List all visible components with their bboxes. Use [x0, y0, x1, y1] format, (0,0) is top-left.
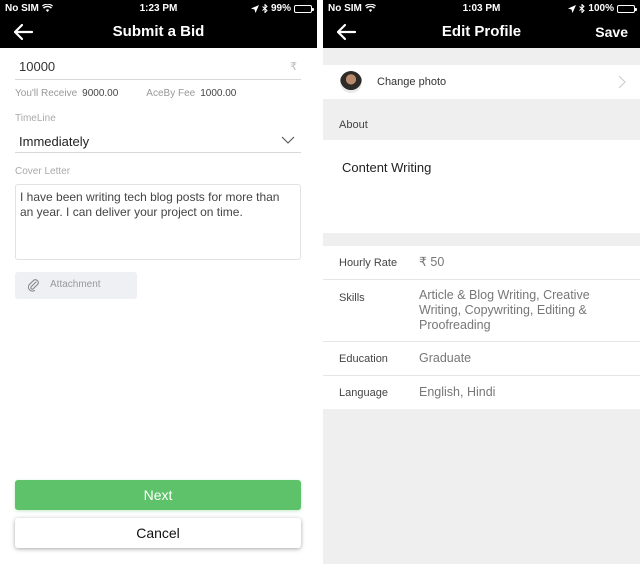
status-right: 99%	[250, 3, 314, 14]
profile-details: Hourly Rate ₹ 50 Skills Article & Blog W…	[323, 246, 640, 409]
education-row[interactable]: Education Graduate	[323, 342, 640, 376]
battery-percent: 100%	[588, 3, 614, 14]
fee-label: AceBy Fee	[146, 88, 196, 99]
change-photo-row[interactable]: Change photo	[323, 65, 640, 99]
page-title: Submit a Bid	[112, 23, 205, 40]
save-button[interactable]: Save	[595, 24, 628, 40]
about-input[interactable]: Content Writing	[323, 140, 640, 233]
cover-letter-label: Cover Letter	[15, 166, 71, 177]
location-icon	[568, 4, 577, 13]
attachment-label: Attachment	[50, 279, 101, 290]
bid-amount-value[interactable]: 10000	[19, 59, 55, 74]
bluetooth-icon	[262, 4, 268, 13]
attachment-button[interactable]: Attachment	[15, 272, 137, 299]
cover-letter-textarea[interactable]: I have been writing tech blog posts for …	[15, 184, 301, 260]
battery-percent: 99%	[270, 3, 291, 14]
edit-profile-screen: No SIM 1:03 PM 100% Edit Profile Save Ch…	[323, 0, 640, 564]
receive-label: You'll Receive	[15, 88, 78, 99]
detail-value[interactable]: ₹ 50	[419, 246, 640, 279]
cancel-button[interactable]: Cancel	[15, 518, 301, 548]
avatar	[340, 71, 362, 93]
status-bar: No SIM 1:23 PM 99%	[0, 0, 317, 16]
chevron-right-icon	[618, 75, 626, 89]
rupee-icon: ₹	[290, 61, 297, 73]
change-photo-label: Change photo	[377, 76, 447, 88]
fee-summary: You'll Receive 9000.00 AceBy Fee 1000.00	[15, 88, 236, 99]
detail-value[interactable]: Article & Blog Writing, Creative Writing…	[419, 280, 640, 341]
status-bar: No SIM 1:03 PM 100%	[323, 0, 640, 16]
detail-key: Skills	[339, 292, 365, 304]
paperclip-icon	[27, 279, 39, 292]
fee-value: 1000.00	[200, 88, 237, 99]
timeline-value: Immediately	[19, 134, 90, 149]
nav-bar: Edit Profile Save	[323, 16, 640, 48]
nav-bar: Submit a Bid	[0, 16, 317, 48]
detail-value[interactable]: English, Hindi	[419, 376, 640, 409]
chevron-down-icon	[281, 136, 295, 144]
receive-value: 9000.00	[82, 88, 119, 99]
skills-row[interactable]: Skills Article & Blog Writing, Creative …	[323, 280, 640, 342]
hourly-rate-row[interactable]: Hourly Rate ₹ 50	[323, 246, 640, 280]
timeline-select[interactable]: Immediately	[15, 131, 301, 153]
battery-icon	[294, 4, 314, 13]
about-value: Content Writing	[342, 160, 432, 175]
language-row[interactable]: Language English, Hindi	[323, 376, 640, 409]
detail-key: Language	[339, 387, 388, 399]
status-right: 100%	[568, 3, 637, 14]
detail-key: Hourly Rate	[339, 257, 398, 269]
detail-value[interactable]: Graduate	[419, 342, 640, 375]
page-title: Edit Profile	[441, 23, 522, 40]
next-button[interactable]: Next	[15, 480, 301, 510]
about-heading: About	[339, 119, 368, 131]
bluetooth-icon	[579, 4, 586, 13]
battery-icon	[617, 4, 637, 13]
location-icon	[250, 4, 259, 13]
detail-key: Education	[339, 353, 388, 365]
bid-amount-input[interactable]: 10000 ₹	[15, 54, 301, 80]
timeline-label: TimeLine	[15, 113, 56, 124]
submit-bid-screen: No SIM 1:23 PM 99% Submit a Bid 10000 ₹ …	[0, 0, 317, 564]
